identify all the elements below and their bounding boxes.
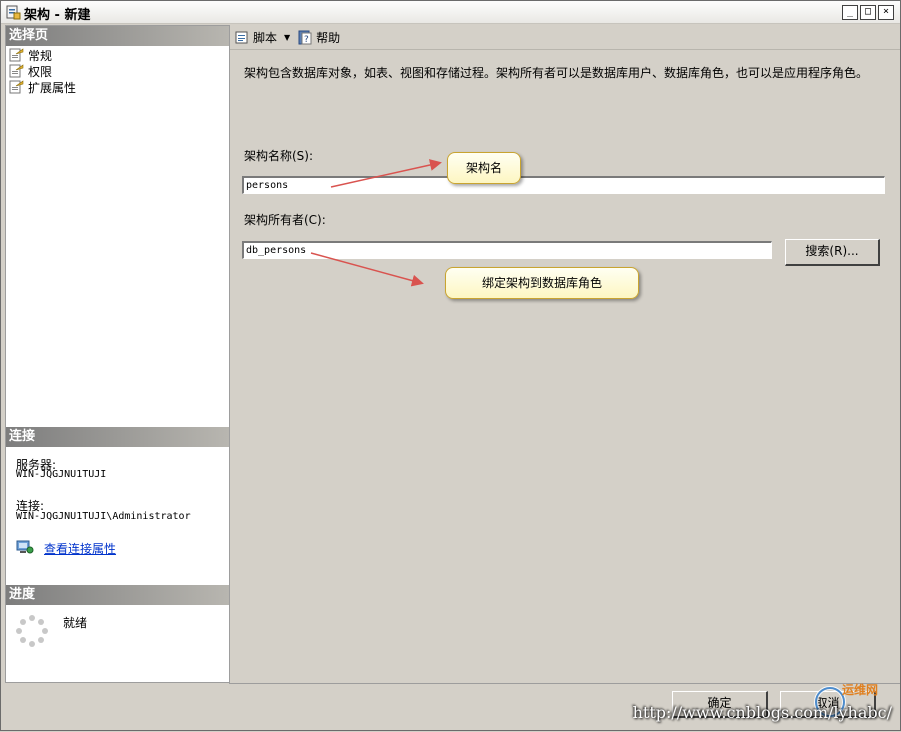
right-pane: 脚本 ▼ ? 帮助 架构包含数据库对象，如表、视图和存储过程。架构所有者可以是数… — [229, 25, 900, 684]
left-pane: 选择页 常规 权限 扩展属性 连接 服务器: WIN-JQGJNU1TUJI 连… — [5, 25, 230, 683]
page-icon — [9, 48, 24, 62]
maximize-button[interactable]: □ — [860, 5, 876, 20]
logo-text: 运维网 — [842, 682, 878, 697]
minimize-button[interactable]: _ — [842, 5, 858, 20]
script-label: 脚本 — [253, 30, 278, 45]
connection-header: 连接 — [6, 427, 229, 447]
view-connection-properties-link[interactable]: 查看连接属性 — [44, 540, 116, 557]
url-watermark: http://www.cnblogs.com/lyhabc/ — [632, 703, 892, 722]
progress-spinner-icon — [16, 615, 48, 647]
progress-header: 进度 — [6, 585, 229, 605]
chevron-down-icon[interactable]: ▼ — [284, 33, 290, 42]
close-button[interactable]: × — [878, 5, 894, 20]
window-controls: _ □ × — [842, 5, 894, 20]
progress-status: 就绪 — [63, 616, 88, 630]
help-icon: ? — [298, 30, 312, 45]
schema-name-input[interactable]: persons — [242, 176, 885, 194]
connection-properties-icon — [16, 540, 34, 554]
schema-owner-callout: 绑定架构到数据库角色 — [445, 267, 639, 299]
server-value: WIN-JQGJNU1TUJI — [16, 469, 107, 480]
schema-dialog: 架构 - 新建 _ □ × 选择页 常规 权限 扩展属性 连接 服务器: WIN… — [0, 0, 901, 731]
help-label: 帮助 — [316, 30, 341, 45]
toolbar: 脚本 ▼ ? 帮助 — [230, 25, 900, 50]
script-button[interactable]: 脚本 ▼ — [235, 29, 290, 46]
schema-name-label: 架构名称(S): — [244, 149, 314, 163]
help-button[interactable]: ? 帮助 — [298, 29, 340, 46]
schema-name-callout: 架构名 — [447, 152, 521, 184]
nav-label-general: 常规 — [28, 46, 53, 64]
script-icon — [235, 31, 248, 43]
schema-icon — [6, 5, 21, 20]
schema-owner-label: 架构所有者(C): — [244, 213, 326, 227]
nav-label-permissions: 权限 — [28, 64, 53, 79]
nav-item-permissions[interactable]: 权限 — [9, 63, 52, 79]
nav-label-extended-properties: 扩展属性 — [28, 80, 77, 95]
search-button[interactable]: 搜索(R)... — [785, 239, 880, 266]
title-bar[interactable]: 架构 - 新建 _ □ × — [1, 1, 900, 24]
page-icon — [9, 64, 24, 78]
connection-value: WIN-JQGJNU1TUJI\Administrator — [16, 511, 191, 522]
select-page-header: 选择页 — [6, 26, 229, 46]
page-icon — [9, 80, 24, 94]
nav-item-extended-properties[interactable]: 扩展属性 — [9, 79, 76, 95]
schema-owner-input[interactable]: db_persons — [242, 241, 772, 259]
description-text: 架构包含数据库对象，如表、视图和存储过程。架构所有者可以是数据库用户、数据库角色… — [244, 66, 869, 80]
nav-item-general[interactable]: 常规 — [9, 46, 53, 64]
svg-text:?: ? — [304, 35, 309, 45]
window-title: 架构 - 新建 — [24, 8, 91, 23]
